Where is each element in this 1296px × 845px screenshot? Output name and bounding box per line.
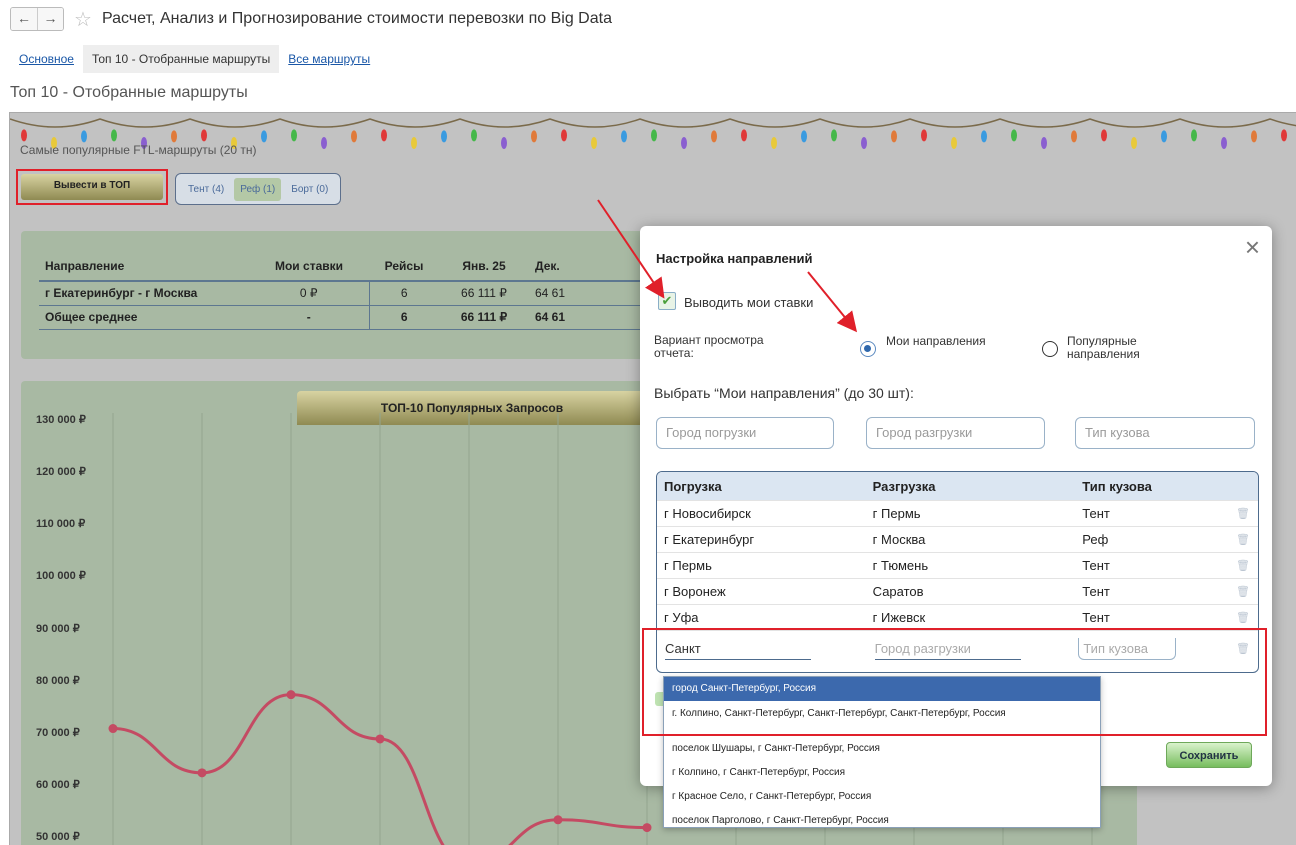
data-point: [375, 734, 385, 744]
data-point: [286, 690, 296, 700]
show-my-rates-checkbox[interactable]: ✔: [658, 292, 676, 310]
radio-popular-directions-label: Популярные направления: [1067, 334, 1140, 361]
tab-top10[interactable]: Топ 10 - Отобранные маршруты: [82, 45, 280, 73]
cell: Тент: [1082, 610, 1110, 625]
grid-row[interactable]: г Екатеринбург г Москва Реф 🗑: [657, 526, 1258, 552]
suggestion-item[interactable]: поселок Шушары, г Санкт-Петербург, Росси…: [664, 737, 1100, 761]
grid-header: Погрузка Разгрузка Тип кузова: [657, 472, 1258, 500]
nav-buttons: ← →: [10, 7, 64, 31]
radio-popular-directions[interactable]: [1042, 341, 1058, 357]
cell: г Новосибирск: [664, 506, 751, 521]
view-variant-label: Вариант просмотра отчета:: [654, 333, 764, 360]
unload-city-input[interactable]: Город разгрузки: [866, 417, 1045, 449]
trash-icon[interactable]: 🗑: [1228, 559, 1258, 572]
cell: г Уфа: [664, 610, 699, 625]
save-button[interactable]: Сохранить: [1166, 742, 1252, 768]
col-loading: Погрузка: [664, 478, 722, 494]
suggestion-item[interactable]: г Колпино, г Санкт-Петербург, Россия: [664, 761, 1100, 785]
star-icon[interactable]: ☆: [74, 7, 92, 32]
cell: г Пермь: [872, 506, 921, 521]
data-point: [197, 768, 207, 778]
cell: г Москва: [872, 532, 926, 547]
cell: г Ижевск: [872, 610, 926, 625]
col-body-type: Тип кузова: [1082, 478, 1152, 494]
cell: Тент: [1082, 584, 1110, 599]
trash-icon[interactable]: 🗑: [1228, 507, 1258, 520]
modal-title: Настройка направлений: [656, 251, 813, 266]
window-title: Расчет, Анализ и Прогнозирование стоимос…: [101, 10, 612, 27]
cell: Саратов: [872, 584, 924, 599]
data-point: [642, 823, 652, 833]
tab-bar: Основное Топ 10 - Отобранные маршруты Вс…: [10, 44, 379, 74]
window-header: ← → ☆ Расчет, Анализ и Прогнозирование с…: [10, 6, 612, 32]
grid-row[interactable]: г Уфа г Ижевск Тент 🗑: [657, 604, 1258, 630]
suggestion-item[interactable]: г Красное Село, г Санкт-Петербург, Росси…: [664, 785, 1100, 809]
trash-icon[interactable]: 🗑: [1228, 611, 1258, 624]
cell: Тент: [1082, 558, 1110, 573]
cell: Тент: [1082, 506, 1110, 521]
trash-icon[interactable]: 🗑: [1228, 585, 1258, 598]
close-icon[interactable]: ×: [1245, 232, 1260, 263]
grid-row[interactable]: г Воронеж Саратов Тент 🗑: [657, 578, 1258, 604]
data-point: [553, 815, 563, 825]
suggestion-item[interactable]: поселок Парголово, г Санкт-Петербург, Ро…: [664, 809, 1100, 827]
radio-my-directions-label: Мои направления: [886, 334, 986, 348]
col-unloading: Разгрузка: [872, 478, 936, 494]
body-type-input[interactable]: Тип кузова: [1075, 417, 1255, 449]
cell: г Тюмень: [872, 558, 929, 573]
grid-row[interactable]: г Новосибирск г Пермь Тент 🗑: [657, 500, 1258, 526]
tab-main[interactable]: Основное: [10, 45, 83, 73]
tab-all-routes[interactable]: Все маршруты: [279, 45, 379, 73]
cell: г Екатеринбург: [664, 532, 755, 547]
radio-my-directions[interactable]: [860, 341, 876, 357]
show-my-rates-label: Выводить мои ставки: [684, 295, 814, 310]
cell: Реф: [1082, 532, 1109, 547]
page-title: Топ 10 - Отобранные маршруты: [10, 84, 248, 101]
arrow-right-icon[interactable]: →: [37, 8, 63, 30]
choose-directions-label: Выбрать “Мои направления” (до 30 шт):: [654, 385, 914, 401]
cell: г Пермь: [664, 558, 712, 573]
edit-row-highlight: [642, 628, 1267, 736]
data-point: [108, 724, 118, 734]
load-city-input[interactable]: Город погрузки: [656, 417, 834, 449]
grid-row[interactable]: г Пермь г Тюмень Тент 🗑: [657, 552, 1258, 578]
cell: г Воронеж: [664, 584, 726, 599]
trash-icon[interactable]: 🗑: [1228, 533, 1258, 546]
arrow-left-icon[interactable]: ←: [11, 8, 37, 30]
